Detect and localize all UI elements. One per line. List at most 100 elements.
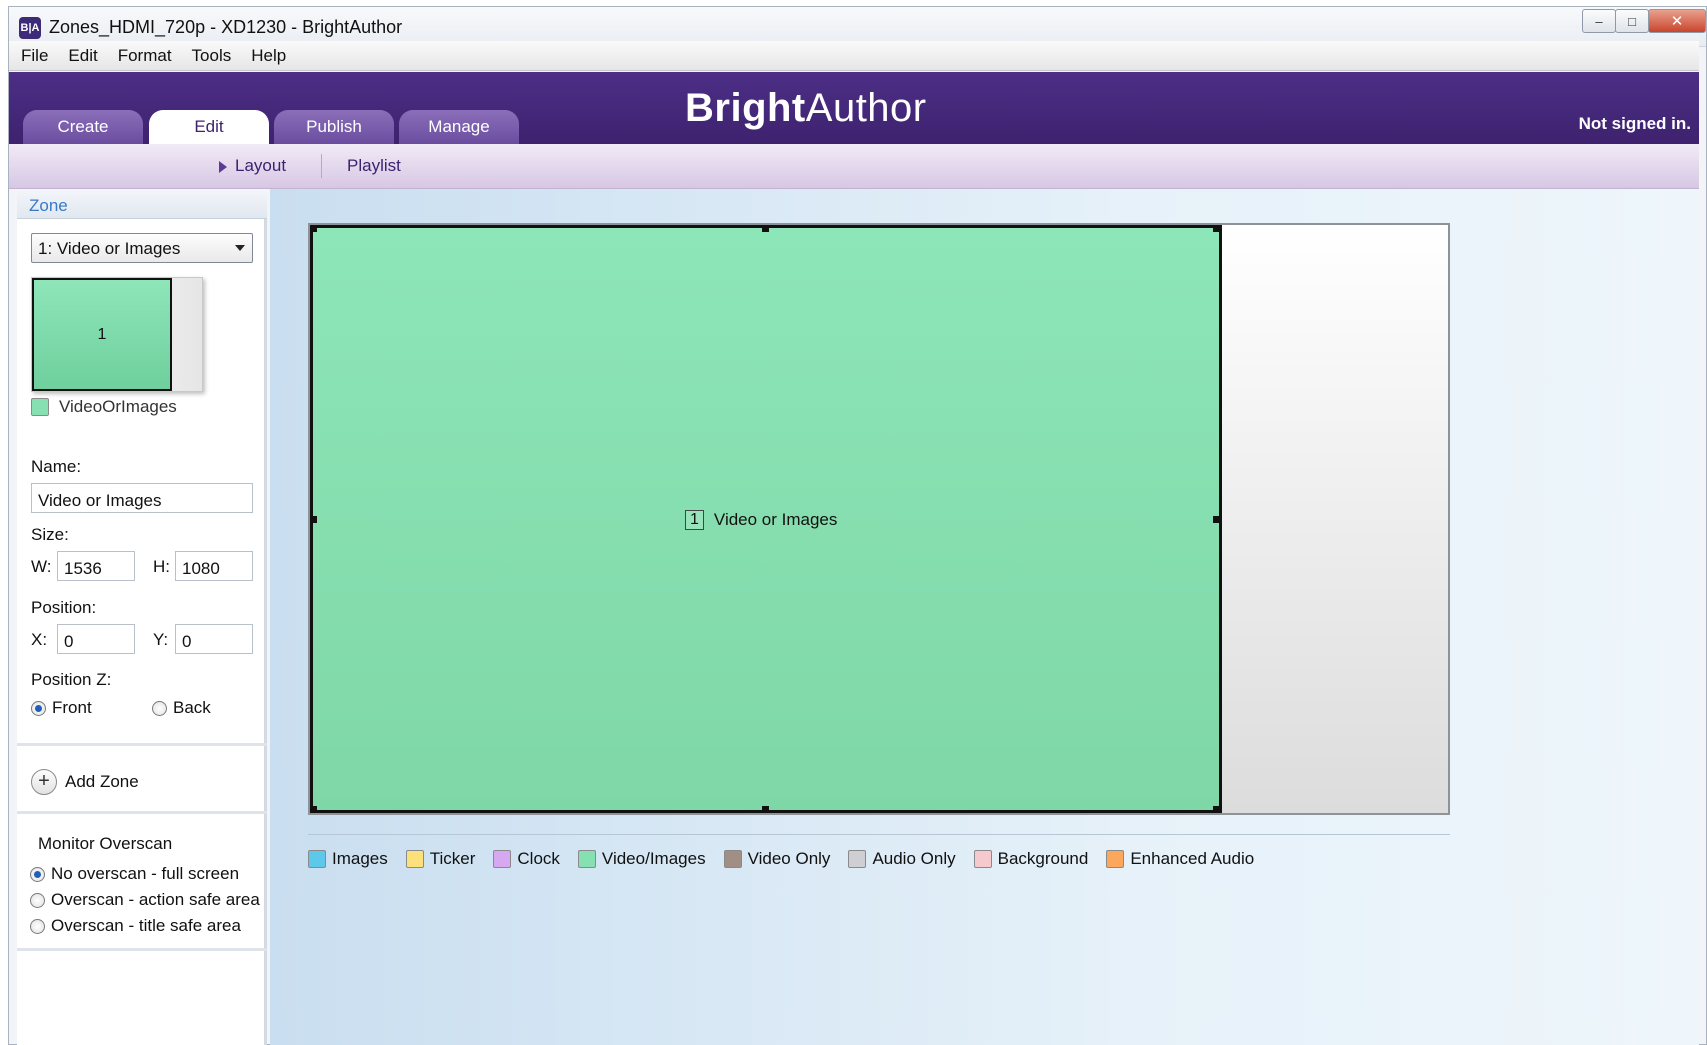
window-title: Zones_HDMI_720p - XD1230 - BrightAuthor (49, 17, 403, 37)
panel-divider (17, 811, 267, 814)
subnav-layout[interactable]: Layout (235, 156, 286, 176)
legend-swatch (493, 850, 512, 868)
z-back-radio[interactable]: Back (152, 698, 211, 718)
size-label: Size: (31, 525, 69, 544)
zone-type-label: VideoOrImages (59, 397, 177, 416)
legend-swatch (577, 850, 596, 868)
window-controls: – □ ✕ (1582, 9, 1706, 33)
zone-dropdown-value: 1: Video or Images (38, 239, 181, 258)
name-label: Name: (31, 457, 82, 476)
overscan-option-label: Overscan - action safe area (51, 890, 260, 909)
add-zone-label: Add Zone (65, 772, 139, 791)
y-label: Y: (153, 630, 169, 649)
legend-swatch (1106, 850, 1125, 868)
minimize-icon[interactable]: – (1582, 9, 1616, 33)
radio-checked-icon (31, 700, 46, 716)
zone-name-field[interactable] (31, 483, 253, 513)
menu-bar: File Edit Format Tools Help (9, 41, 1699, 71)
panel-divider (17, 948, 267, 951)
panel-divider (17, 743, 267, 746)
layout-canvas-area: 1 Video or Images Images Ticker Clock Vi… (270, 189, 1699, 1045)
zone-panel: Zone 1: Video or Images 1 VideoOrImages … (17, 189, 267, 1045)
overscan-option-label: Overscan - title safe area (51, 916, 241, 935)
chevron-down-icon (235, 245, 245, 251)
plus-icon: + (31, 769, 57, 795)
legend-label: Video/Images (601, 849, 706, 868)
overscan-none-radio[interactable]: No overscan - full screen (30, 864, 239, 884)
position-z-label: Position Z: (31, 670, 112, 689)
zone-rectangle[interactable]: 1 Video or Images (310, 225, 1222, 813)
tab-create[interactable]: Create (23, 110, 143, 144)
resize-handle[interactable] (1213, 806, 1220, 813)
position-label: Position: (31, 598, 97, 617)
z-back-label: Back (173, 698, 211, 717)
menu-file[interactable]: File (11, 46, 58, 66)
legend-label: Ticker (429, 849, 476, 868)
zone-type-row: VideoOrImages (31, 397, 177, 417)
legend-label: Video Only (747, 849, 831, 868)
brightauthor-app-icon: B|A (19, 17, 41, 39)
sign-in-status[interactable]: Not signed in. (1579, 114, 1691, 134)
overscan-title-radio[interactable]: Overscan - title safe area (30, 916, 241, 936)
z-front-label: Front (52, 698, 92, 717)
zone-type-legend: Images Ticker Clock Video/Images Video O… (308, 849, 1272, 869)
x-label: X: (31, 630, 48, 649)
radio-checked-icon (30, 866, 45, 882)
resize-handle[interactable] (762, 806, 769, 813)
legend-item-audio-only: Audio Only (848, 849, 956, 869)
zone-panel-header: Zone (17, 189, 267, 219)
legend-swatch (848, 850, 867, 868)
legend-item-video-images: Video/Images (577, 849, 706, 869)
overscan-action-radio[interactable]: Overscan - action safe area (30, 890, 260, 910)
legend-label: Audio Only (872, 849, 956, 868)
layout-thumbnail: 1 (31, 277, 203, 392)
menu-edit[interactable]: Edit (58, 46, 107, 66)
subnav-divider (321, 154, 322, 178)
zone-dropdown[interactable]: 1: Video or Images (31, 233, 253, 263)
tab-edit[interactable]: Edit (149, 110, 269, 144)
menu-format[interactable]: Format (108, 46, 182, 66)
resize-handle[interactable] (1213, 516, 1220, 523)
menu-tools[interactable]: Tools (182, 46, 242, 66)
legend-divider (308, 834, 1450, 835)
logo-bold-text: Bright (685, 86, 806, 130)
legend-item-enhanced-audio: Enhanced Audio (1106, 849, 1254, 869)
position-y-field[interactable] (175, 624, 253, 654)
legend-label: Clock (517, 849, 560, 868)
overscan-option-label: No overscan - full screen (51, 864, 240, 883)
maximize-icon[interactable]: □ (1615, 9, 1649, 33)
tab-manage[interactable]: Manage (399, 110, 519, 144)
app-header: Create Edit Publish Manage BrightAuthor … (9, 72, 1699, 144)
resize-handle[interactable] (1213, 225, 1220, 232)
add-zone-button[interactable]: + Add Zone (31, 769, 139, 795)
screen-preview: 1 Video or Images (308, 223, 1450, 815)
logo-light-text: Author (805, 86, 927, 130)
resize-handle[interactable] (310, 516, 317, 523)
subnav-playlist[interactable]: Playlist (347, 156, 401, 176)
menu-help[interactable]: Help (241, 46, 296, 66)
active-arrow-icon (219, 161, 227, 173)
legend-swatch (405, 850, 424, 868)
resize-handle[interactable] (310, 225, 317, 232)
zone-label: 1 Video or Images (685, 510, 837, 530)
resize-handle[interactable] (310, 806, 317, 813)
tab-publish[interactable]: Publish (274, 110, 394, 144)
thumbnail-zone[interactable]: 1 (32, 278, 172, 391)
legend-swatch (308, 850, 326, 868)
sub-navigation: Layout Playlist (9, 144, 1699, 189)
close-icon[interactable]: ✕ (1648, 9, 1706, 33)
z-front-radio[interactable]: Front (31, 698, 92, 718)
position-x-field[interactable] (57, 624, 135, 654)
legend-item-ticker: Ticker (405, 849, 476, 869)
resize-handle[interactable] (762, 225, 769, 232)
height-field[interactable] (175, 551, 253, 581)
legend-swatch (723, 850, 742, 868)
legend-label: Enhanced Audio (1130, 849, 1255, 868)
legend-label: Background (997, 849, 1089, 868)
radio-unchecked-icon (30, 918, 45, 934)
zone-number-badge: 1 (685, 510, 704, 530)
legend-label: Images (332, 849, 388, 868)
width-field[interactable] (57, 551, 135, 581)
legend-item-background: Background (973, 849, 1089, 869)
width-label: W: (31, 557, 52, 576)
